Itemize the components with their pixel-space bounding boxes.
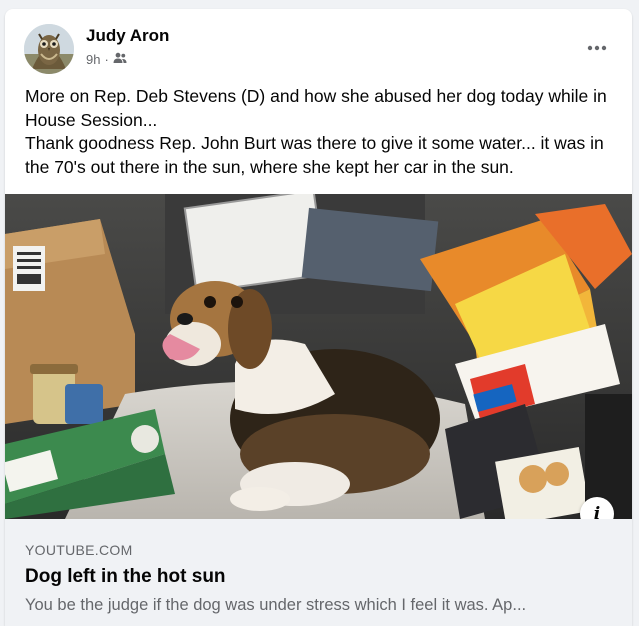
post-text-line-2: Thank goodness Rep. John Burt was there …	[25, 133, 604, 177]
post-time[interactable]: 9h	[86, 52, 100, 67]
link-preview[interactable]: YOUTUBE.COM Dog left in the hot sun You …	[5, 519, 632, 626]
author-avatar[interactable]	[24, 24, 74, 74]
meta-separator: ·	[104, 52, 109, 67]
post-text: More on Rep. Deb Stevens (D) and how she…	[25, 85, 615, 179]
video-thumbnail[interactable]	[5, 194, 632, 519]
friends-icon[interactable]	[113, 52, 127, 67]
more-options-icon[interactable]	[579, 30, 615, 66]
link-title[interactable]: Dog left in the hot sun	[25, 566, 226, 588]
link-description: You be the judge if the dog was under st…	[25, 596, 527, 614]
author-name[interactable]: Judy Aron	[86, 26, 169, 46]
owl-avatar-image	[24, 24, 74, 74]
post-card: Judy Aron 9h · More on Rep. Deb Stevens	[5, 9, 632, 626]
post-header: Judy Aron 9h ·	[5, 9, 632, 84]
post-text-line-1: More on Rep. Deb Stevens (D) and how she…	[25, 86, 607, 130]
post-meta: 9h ·	[86, 52, 127, 67]
dog-in-car-image	[5, 194, 632, 519]
link-domain: YOUTUBE.COM	[25, 542, 133, 558]
